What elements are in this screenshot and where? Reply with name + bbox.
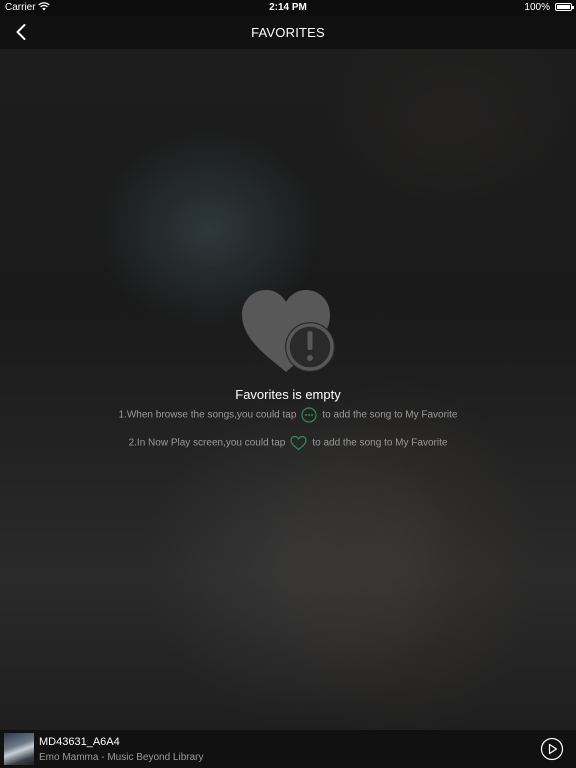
navigation-bar: FAVORITES (0, 16, 576, 49)
more-dots-icon (301, 407, 318, 423)
heart-alert-icon (242, 290, 335, 372)
hint-now-playing: 2.In Now Play screen,you could tap to ad… (0, 435, 576, 451)
blurred-background (0, 0, 576, 768)
heart-outline-icon (290, 435, 307, 451)
battery-percentage: 100% (524, 2, 550, 13)
clock: 2:14 PM (269, 2, 307, 13)
hint1-text-before: 1.When browse the songs,you could tap (118, 409, 297, 421)
status-bar: Carrier 2:14 PM 100% (0, 0, 576, 16)
now-playing-title: MD43631_A6A4 (39, 736, 120, 748)
hint1-text-after: to add the song to My Favorite (322, 409, 458, 421)
mini-player[interactable]: MD43631_A6A4 Emo Mamma - Music Beyond Li… (0, 730, 576, 768)
play-icon[interactable] (540, 737, 564, 761)
battery-icon (555, 3, 574, 11)
empty-state-title: Favorites is empty (235, 387, 341, 402)
hint-browse-songs: 1.When browse the songs,you could tap to… (0, 407, 576, 423)
now-playing-artist: Emo Mamma - Music Beyond Library (39, 752, 204, 763)
hint2-text-after: to add the song to My Favorite (312, 437, 448, 449)
page-title: FAVORITES (251, 25, 325, 40)
hint2-text-before: 2.In Now Play screen,you could tap (128, 437, 286, 449)
album-art[interactable] (4, 733, 34, 765)
